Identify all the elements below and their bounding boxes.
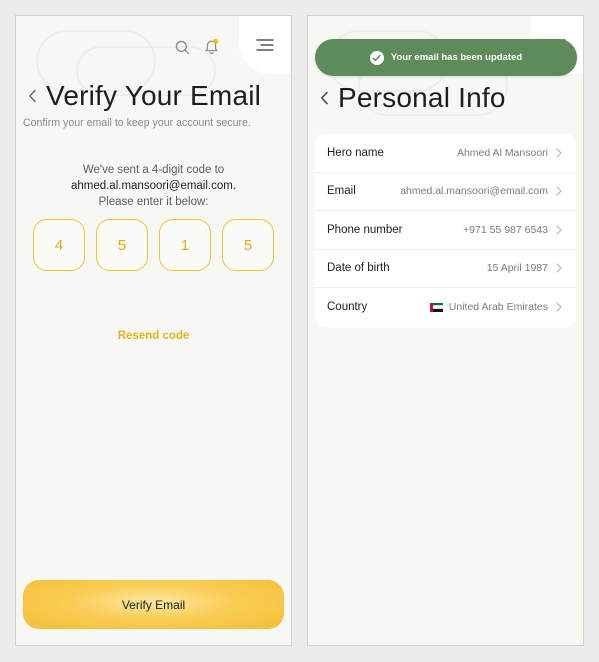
notification-dot [213,39,218,44]
info-value: Ahmed Al Mansoori [456,146,548,159]
info-value: 15 April 1987 [486,262,548,275]
verify-email-screen: Verify Your Email Confirm your email to … [15,15,292,646]
search-icon[interactable] [173,38,191,56]
success-toast: Your email has been updated [315,39,577,76]
menu-icon [256,39,274,51]
code-sent-message: We've sent a 4-digit code to ahmed.al.ma… [16,162,291,210]
code-digit-input-3[interactable]: 1 [159,219,211,271]
chevron-right-icon [554,262,564,274]
page-title: Verify Your Email [46,80,262,111]
info-label: Hero name [327,146,384,159]
bell-icon[interactable] [202,38,220,56]
resend-code-link[interactable]: Resend code [16,330,291,342]
toast-message: Your email has been updated [390,52,523,63]
sent-email: ahmed.al.mansoori@email.com. [70,180,237,192]
page-subtitle: Confirm your email to keep your account … [23,117,251,129]
verify-email-button[interactable]: Verify Email [23,580,284,629]
info-row-country[interactable]: Country United Arab Emirates [315,288,576,327]
page-title: Personal Info [338,82,506,113]
sent-line: We've sent a 4-digit code to [82,164,225,176]
chevron-right-icon [554,301,564,313]
info-label: Phone number [327,223,403,236]
info-row-phone-number[interactable]: Phone number +971 55 987 6543 [315,211,576,250]
info-value: United Arab Emirates [448,301,548,314]
chevron-right-icon [554,224,564,236]
uae-flag-icon [429,302,443,312]
sent-instruction: Please enter it below: [98,196,209,208]
chevron-right-icon [554,185,564,197]
info-label: Date of birth [327,262,390,275]
code-digit-input-2[interactable]: 5 [96,219,148,271]
chevron-left-icon[interactable] [22,84,42,108]
code-digit-input-4[interactable]: 5 [222,219,274,271]
personal-info-list: Hero name Ahmed Al Mansoori Email ahmed.… [315,134,576,327]
code-input-group: 4 5 1 5 [33,219,274,271]
info-row-hero-name[interactable]: Hero name Ahmed Al Mansoori [315,134,576,173]
code-digit-input-1[interactable]: 4 [33,219,85,271]
header: Verify Your Email [22,80,261,112]
info-value: ahmed.al.mansoori@email.com [400,185,548,198]
check-circle-icon [369,50,384,65]
info-row-email[interactable]: Email ahmed.al.mansoori@email.com [315,173,576,211]
info-label: Email [327,185,356,198]
menu-button[interactable] [239,16,291,74]
personal-info-screen: Your email has been updated Personal Inf… [307,15,584,646]
chevron-right-icon [554,147,564,159]
info-row-date-of-birth[interactable]: Date of birth 15 April 1987 [315,250,576,288]
info-label: Country [327,301,368,314]
chevron-left-icon[interactable] [314,86,334,110]
header: Personal Info [314,82,506,114]
info-value-wrap: United Arab Emirates [375,301,548,313]
info-value: +971 55 987 6543 [463,223,548,236]
